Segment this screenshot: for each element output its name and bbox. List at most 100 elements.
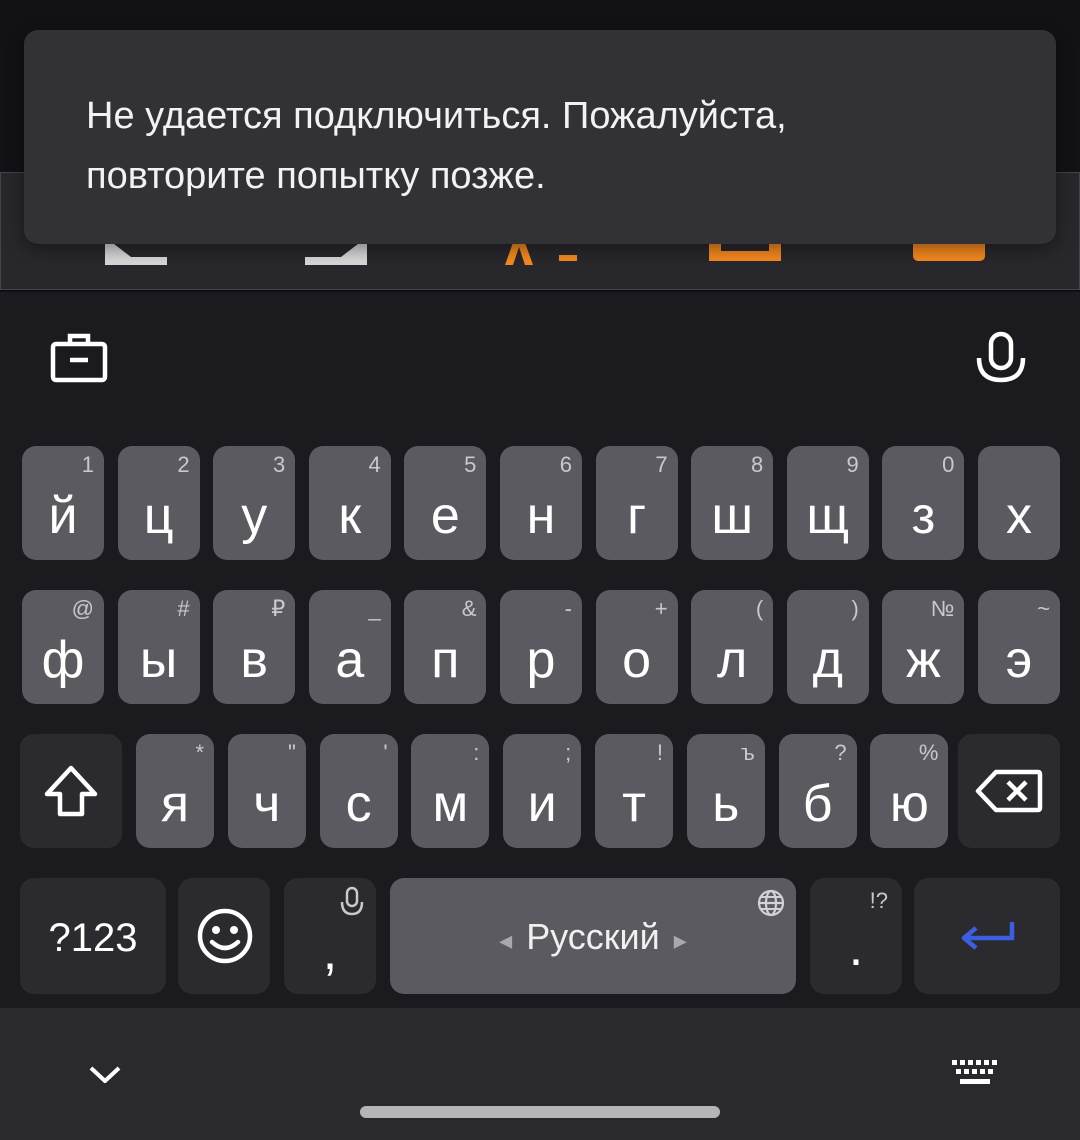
voice-input-hint-icon xyxy=(340,886,364,916)
briefcase-icon[interactable] xyxy=(50,332,108,384)
period-key-hint: !? xyxy=(869,888,888,913)
toast-message-line-2: повторите попытку позже. xyxy=(86,155,546,197)
backspace-key[interactable] xyxy=(958,734,1060,848)
enter-key[interactable] xyxy=(914,878,1060,994)
key-label: ч xyxy=(253,775,281,833)
keyboard-switch-icon[interactable] xyxy=(950,1058,1000,1088)
error-toast: Не удается подключиться. Пожалуйста, пов… xyxy=(24,30,1056,244)
key-label: е xyxy=(430,487,460,545)
key[interactable]: # ы xyxy=(117,590,200,704)
key-label: й xyxy=(48,487,78,545)
key-hint: % xyxy=(918,740,939,765)
key[interactable]: _ а xyxy=(308,590,391,704)
key[interactable]: ? б xyxy=(778,734,857,848)
shift-key[interactable] xyxy=(20,734,122,848)
period-key-label: . xyxy=(848,919,864,977)
key-label: ы xyxy=(139,631,178,689)
key[interactable]: ; и xyxy=(503,734,582,848)
emoji-key[interactable] xyxy=(178,878,270,994)
key[interactable]: " ч xyxy=(227,734,306,848)
key[interactable]: ) д xyxy=(786,590,869,704)
key-hint: " xyxy=(287,740,296,765)
space-key[interactable]: ◂ Русский ▸ xyxy=(390,878,796,994)
key[interactable]: ! т xyxy=(595,734,673,848)
key[interactable]: 7г xyxy=(595,446,678,560)
key[interactable]: (л xyxy=(691,590,774,704)
key[interactable]: 3у xyxy=(213,446,296,560)
key-hint: 5 xyxy=(464,452,477,477)
key-hint: _ xyxy=(368,596,381,621)
key-label: б xyxy=(802,775,833,833)
key-label: л xyxy=(717,631,748,689)
key-hint: 9 xyxy=(846,452,859,477)
key-label: р xyxy=(526,631,556,689)
key-label: щ xyxy=(806,487,850,545)
key-hint: 8 xyxy=(750,452,764,477)
key-label: н xyxy=(526,487,556,545)
key[interactable]: ~ э xyxy=(978,590,1060,704)
key-label: т xyxy=(622,775,646,833)
key[interactable]: @ ф xyxy=(22,590,104,704)
symbols-key[interactable]: ?123 xyxy=(20,878,166,994)
key-label: п xyxy=(431,631,460,689)
key-hint: 7 xyxy=(655,452,668,477)
key[interactable]: 6н xyxy=(500,446,582,560)
microphone-icon[interactable] xyxy=(972,330,1030,388)
key[interactable]: & п xyxy=(404,590,487,704)
home-indicator[interactable] xyxy=(360,1106,720,1118)
language-left-arrow-icon: ◂ xyxy=(499,925,513,955)
key[interactable]: 1й xyxy=(22,446,104,560)
key[interactable]: ' с xyxy=(319,734,398,848)
navigation-bar xyxy=(0,1008,1080,1140)
key[interactable]: х xyxy=(978,446,1060,560)
key-label: и xyxy=(527,775,557,833)
key-hint: - xyxy=(564,596,572,621)
key[interactable]: ъь xyxy=(686,734,765,848)
key[interactable]: № ж xyxy=(882,590,965,704)
key[interactable]: 9щ xyxy=(786,446,869,560)
key-label: ц xyxy=(143,487,174,545)
key-hint: ! xyxy=(656,740,663,765)
key[interactable]: :м xyxy=(411,734,490,848)
key-hint: ~ xyxy=(1037,596,1050,621)
key-hint: @ xyxy=(71,596,94,621)
key-hint: № xyxy=(930,596,955,621)
comma-key[interactable]: , xyxy=(284,878,376,994)
space-key-content: ◂ Русский ▸ xyxy=(390,914,796,963)
key[interactable]: 8ш xyxy=(691,446,774,560)
key[interactable]: ₽ в xyxy=(213,590,296,704)
key-hint: 0 xyxy=(942,452,955,477)
key[interactable]: -р xyxy=(500,590,582,704)
key[interactable]: 4к xyxy=(308,446,391,560)
key-label: д xyxy=(812,631,843,689)
hide-keyboard-icon[interactable] xyxy=(88,1064,122,1086)
soft-keyboard: 1й2ц3у4к5е6н7г8ш9щ0зх @ ф # ы ₽ в _ а & п - р + о(л) д… xyxy=(0,292,1080,1008)
key[interactable]: + о xyxy=(595,590,678,704)
backspace-icon xyxy=(975,769,1043,813)
key-hint: ? xyxy=(834,740,847,765)
key-label: х xyxy=(1006,487,1032,545)
toast-message: Не удается подключиться. Пожалуйста, пов… xyxy=(86,86,1016,206)
symbols-key-label: ?123 xyxy=(48,916,138,960)
key-hint: 1 xyxy=(81,452,94,477)
key[interactable]: * я xyxy=(136,734,214,848)
shift-icon xyxy=(44,765,98,817)
key[interactable]: 2ц xyxy=(117,446,200,560)
key-label: ю xyxy=(889,775,929,833)
key-hint: 4 xyxy=(368,452,381,477)
key-hint: ( xyxy=(755,596,764,621)
key-label: к xyxy=(338,487,362,545)
key[interactable]: 0з xyxy=(882,446,965,560)
key-hint: ъ xyxy=(741,740,755,765)
key-label: м xyxy=(432,775,469,833)
key[interactable]: % ю xyxy=(870,734,949,848)
key-hint: ; xyxy=(565,740,572,765)
key-label: в xyxy=(240,631,268,689)
key-label: ф xyxy=(41,631,85,689)
period-key[interactable]: !? . xyxy=(810,878,902,994)
key-hint: ' xyxy=(383,740,388,765)
comma-key-label: , xyxy=(322,923,338,981)
space-key-label: Русский xyxy=(526,916,660,957)
key[interactable]: 5е xyxy=(404,446,487,560)
key-hint: + xyxy=(654,596,668,621)
